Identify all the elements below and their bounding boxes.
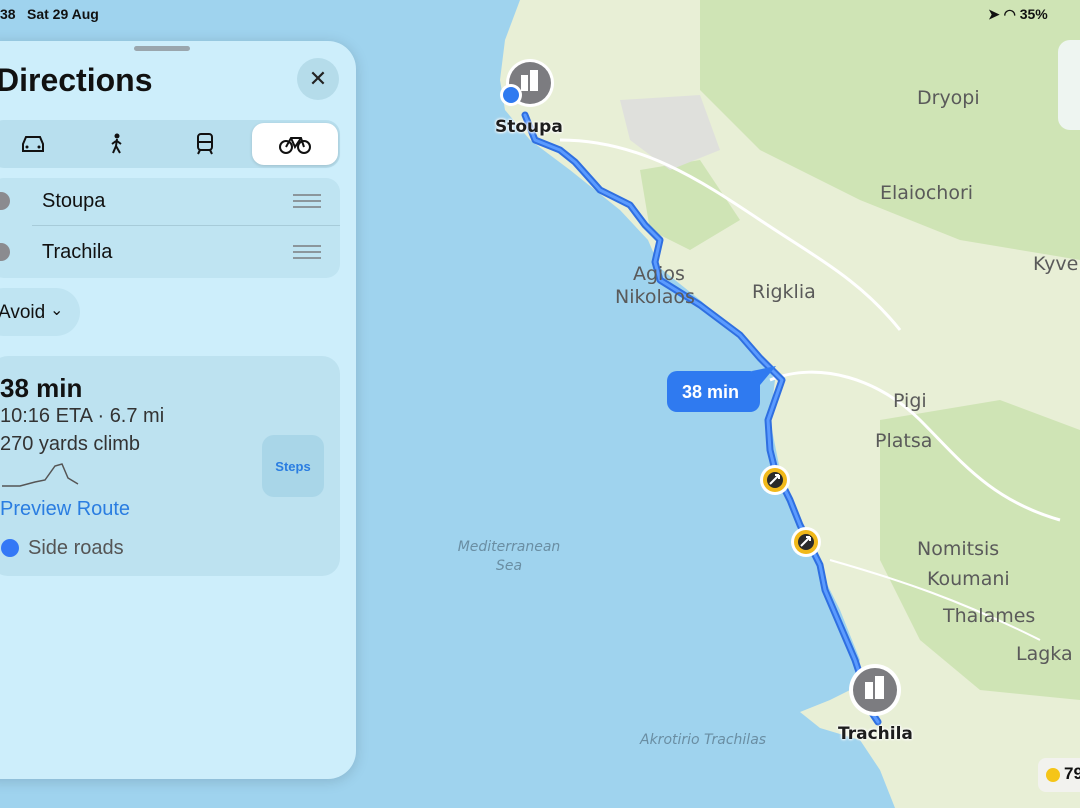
avoid-label: Avoid	[0, 302, 46, 323]
location-arrow-icon: ➤	[988, 6, 1000, 22]
wifi-icon: ◠	[1003, 6, 1016, 22]
status-time: 38	[0, 6, 16, 22]
map-mode-button	[1058, 40, 1080, 130]
avoid-button[interactable]: Avoid ⌄	[0, 288, 80, 336]
transport-mode-selector	[0, 120, 340, 168]
place-label: Platsa	[875, 430, 933, 452]
sea-label-line-2: Sea	[495, 558, 523, 574]
place-label: Elaiochori	[880, 182, 974, 204]
sea-label-line-1: Mediterranean	[457, 539, 561, 555]
stop-origin[interactable]: Stoupa	[42, 190, 105, 213]
place-label: Kyve	[1033, 253, 1079, 275]
place-label: Nomitsis	[917, 538, 1000, 560]
current-location-dot	[500, 84, 522, 106]
reorder-handle[interactable]	[293, 245, 321, 259]
sea-label: Mediterranean Sea	[440, 538, 578, 576]
cape-label: Akrotirio Trachilas	[640, 732, 767, 748]
place-label: Rigklia	[752, 281, 816, 303]
transit-icon	[197, 133, 213, 155]
panel-title: Directions	[0, 62, 153, 98]
steps-button[interactable]: Steps	[262, 435, 324, 497]
mode-walk-button[interactable]	[74, 123, 160, 165]
road-type: Side roads	[28, 537, 124, 559]
route-advisory-icon	[760, 465, 790, 495]
stop-divider	[32, 225, 340, 226]
start-pin-label: Stoupa	[495, 117, 563, 137]
close-button[interactable]: ✕	[297, 58, 339, 100]
place-label: Nikolaos	[615, 286, 695, 308]
place-label: Lagka	[1016, 643, 1073, 665]
end-pin	[849, 664, 901, 716]
mode-transit-button[interactable]	[162, 123, 248, 165]
status-icons: ➤ ◠ 35%	[988, 6, 1048, 23]
place-label: Koumani	[927, 568, 1010, 590]
place-label: Dryopi	[917, 87, 980, 109]
elevation-graph	[2, 463, 79, 487]
chevron-down-icon: ⌄	[50, 302, 64, 319]
battery-label: 35%	[1019, 6, 1048, 22]
route-duration: 38 min	[0, 373, 83, 403]
route-eta: 10:16 ETA · 6.7 mi	[0, 405, 165, 427]
bicycle-icon	[279, 137, 311, 154]
preview-route-link[interactable]: Preview Route	[0, 498, 130, 521]
bicycle-badge-icon	[1, 539, 19, 557]
stop-destination[interactable]: Trachila	[42, 241, 112, 264]
callout-label[interactable]: 38 min	[682, 382, 739, 403]
panel-grabber[interactable]	[134, 46, 190, 51]
end-pin-label: Trachila	[838, 724, 913, 744]
sun-icon	[1046, 768, 1060, 782]
mode-car-button[interactable]	[0, 123, 76, 165]
car-icon	[22, 136, 44, 152]
reorder-handle[interactable]	[293, 194, 321, 208]
weather-temp: 79	[1064, 764, 1080, 783]
place-label: Thalames	[943, 605, 1036, 627]
route-climb: 270 yards climb	[0, 433, 141, 455]
place-label: Agios	[633, 263, 685, 285]
walk-icon	[111, 133, 122, 154]
status-date: Sat 29 Aug	[27, 6, 99, 22]
route-advisory-icon	[791, 527, 821, 557]
close-icon: ✕	[308, 66, 328, 91]
mode-bicycle-button[interactable]	[252, 123, 338, 165]
place-label: Pigi	[893, 390, 927, 412]
